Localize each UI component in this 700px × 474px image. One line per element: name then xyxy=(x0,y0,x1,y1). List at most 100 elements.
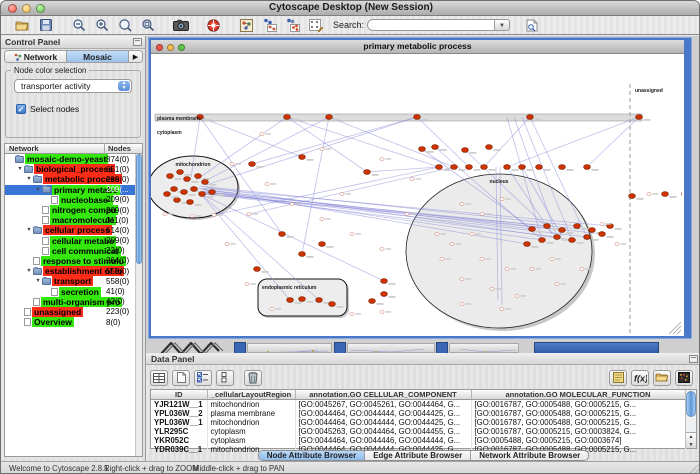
network-node[interactable] xyxy=(584,235,591,240)
zoom-in-icon[interactable] xyxy=(91,17,112,34)
tree-row[interactable]: Overview8(0) xyxy=(5,317,142,327)
network-node[interactable] xyxy=(326,115,333,120)
network-node[interactable] xyxy=(486,145,493,150)
network-node-small[interactable] xyxy=(380,248,384,251)
minimized-window-zigzag[interactable] xyxy=(159,342,229,353)
network-node[interactable] xyxy=(279,232,286,237)
network-node[interactable] xyxy=(284,115,291,120)
network-node[interactable] xyxy=(187,200,194,205)
network-node-small[interactable] xyxy=(615,243,619,246)
network-node[interactable] xyxy=(181,190,188,195)
network-node[interactable] xyxy=(584,165,591,170)
canvas-resize-grip[interactable] xyxy=(677,330,681,334)
network-node-small[interactable] xyxy=(490,288,494,291)
table-column-header[interactable]: annotation.GO CELLULAR_COMPONENT xyxy=(295,390,471,400)
minimized-window-strip[interactable] xyxy=(347,343,435,353)
network-view-window[interactable]: primary metabolic process plasma membran… xyxy=(149,38,691,338)
network-node[interactable] xyxy=(629,194,636,199)
network-node[interactable] xyxy=(369,299,376,304)
tab-node-attribute-browser[interactable]: Node Attribute Browser xyxy=(259,451,366,460)
table-scrollbar[interactable]: ▲▼ xyxy=(685,390,696,448)
network-node[interactable] xyxy=(481,165,488,170)
network-node[interactable] xyxy=(249,162,256,167)
table-row[interactable]: YPL036W__2plasma membrane[GO:0044464, GO… xyxy=(151,409,685,418)
table-row[interactable]: YKR052Ccytoplasm[GO:0044464, GO:0044446,… xyxy=(151,436,685,445)
network-node[interactable] xyxy=(319,242,326,247)
table-cell[interactable]: YPL036W__1 xyxy=(151,418,207,427)
network-node-small[interactable] xyxy=(480,213,484,216)
node-color-dropdown[interactable]: transporter activity ▲▼ xyxy=(14,79,132,93)
table-scrollbar-arrows[interactable]: ▲▼ xyxy=(686,432,696,448)
help-lifesaver-icon[interactable] xyxy=(203,17,224,34)
tree-row[interactable]: cellular metabo209(0) xyxy=(5,236,142,246)
network-node[interactable] xyxy=(524,242,531,247)
disclosure-triangle[interactable]: ▼ xyxy=(16,166,24,172)
tree-row[interactable]: ▼primary metabo209(... xyxy=(5,185,142,195)
attribute-table-header-row[interactable]: ID_cellularLayoutRegionannotation.GO CEL… xyxy=(151,390,685,400)
network-node[interactable] xyxy=(184,177,191,182)
open-folder-icon[interactable] xyxy=(12,17,33,34)
tree-column-network[interactable]: Network xyxy=(9,144,39,153)
disclosure-triangle[interactable]: ▼ xyxy=(25,227,33,233)
delete-attribute-trash-icon[interactable] xyxy=(244,370,262,386)
table-cell[interactable]: [GO:0044464, GO:0044446, GO:0044444, G..… xyxy=(295,436,471,445)
zoom-out-icon[interactable] xyxy=(68,17,89,34)
float-panel-icon[interactable] xyxy=(133,38,142,46)
table-cell[interactable]: YKR052C xyxy=(151,436,207,445)
tree-column-nodes[interactable]: Nodes xyxy=(104,144,131,154)
attribute-matrix-icon[interactable] xyxy=(675,370,693,386)
tree-row[interactable]: ▼cellular process614(0) xyxy=(5,225,142,235)
network-node-small[interactable] xyxy=(320,218,324,221)
tree-row[interactable]: secretion41(0) xyxy=(5,286,142,296)
network-node-small[interactable] xyxy=(500,198,504,201)
network-node[interactable] xyxy=(539,238,546,243)
network-node-small[interactable] xyxy=(380,311,384,314)
network-node[interactable] xyxy=(574,224,581,229)
tree-scrollbar-thumb[interactable] xyxy=(136,154,142,264)
minimized-window-button[interactable] xyxy=(234,342,246,353)
network-node-small[interactable] xyxy=(410,178,414,181)
network-node-small[interactable] xyxy=(550,258,554,261)
tree-row[interactable]: multi-organism pro42(0) xyxy=(5,297,142,307)
annotation-import-icon[interactable] xyxy=(259,17,280,34)
table-cell[interactable]: mitochondrion xyxy=(207,418,295,427)
network-node[interactable] xyxy=(436,165,443,170)
tree-row[interactable]: nitrogen compo209(0) xyxy=(5,205,142,215)
network-node[interactable] xyxy=(299,252,306,257)
tree-row[interactable]: response to stimulu264(0) xyxy=(5,256,142,266)
network-node[interactable] xyxy=(419,147,426,152)
network-node[interactable] xyxy=(559,165,566,170)
table-cell[interactable]: YLR295C xyxy=(151,427,207,436)
network-node[interactable] xyxy=(432,145,439,150)
vizmapper-icon[interactable] xyxy=(236,17,257,34)
tree-row[interactable]: mosaic-demo-yeast874(0) xyxy=(5,154,142,164)
network-node[interactable] xyxy=(662,192,669,197)
table-column-header[interactable]: _cellularLayoutRegion xyxy=(207,390,295,400)
tree-row[interactable]: ▼establishment of lo558(0) xyxy=(5,266,142,276)
network-node[interactable] xyxy=(287,298,294,303)
network-node-small[interactable] xyxy=(340,193,344,196)
network-node-small[interactable] xyxy=(380,158,384,161)
network-node[interactable] xyxy=(504,165,511,170)
table-cell[interactable]: mitochondrion xyxy=(207,400,295,410)
tab-network-attribute-browser[interactable]: Network Attribute Browser xyxy=(471,451,588,460)
disclosure-triangle[interactable]: ▼ xyxy=(34,278,42,284)
table-cell[interactable]: [GO:0005488, GO:0005215, GO:0003674] xyxy=(471,436,685,445)
network-node-small[interactable] xyxy=(460,203,464,206)
manual-layout-icon[interactable] xyxy=(305,17,326,34)
network-node-small[interactable] xyxy=(460,303,464,306)
network-node-small[interactable] xyxy=(505,268,509,271)
network-node-small[interactable] xyxy=(350,233,354,236)
network-node[interactable] xyxy=(599,232,606,237)
network-canvas-svg[interactable]: plasma membranecytoplasmmitochondrionnuc… xyxy=(151,54,682,336)
table-cell[interactable]: [GO:0016787, GO:0005215, GO:0003824, G..… xyxy=(471,427,685,436)
network-node-small[interactable] xyxy=(530,268,534,271)
zoom-selected-icon[interactable] xyxy=(137,17,158,34)
network-node-small[interactable] xyxy=(290,203,294,206)
network-node[interactable] xyxy=(519,165,526,170)
network-node[interactable] xyxy=(195,174,202,179)
network-node-small[interactable] xyxy=(440,258,444,261)
network-node-small[interactable] xyxy=(450,243,454,246)
tree-row[interactable]: nucleobase-209(0) xyxy=(5,195,142,205)
network-node-small[interactable] xyxy=(435,233,439,236)
